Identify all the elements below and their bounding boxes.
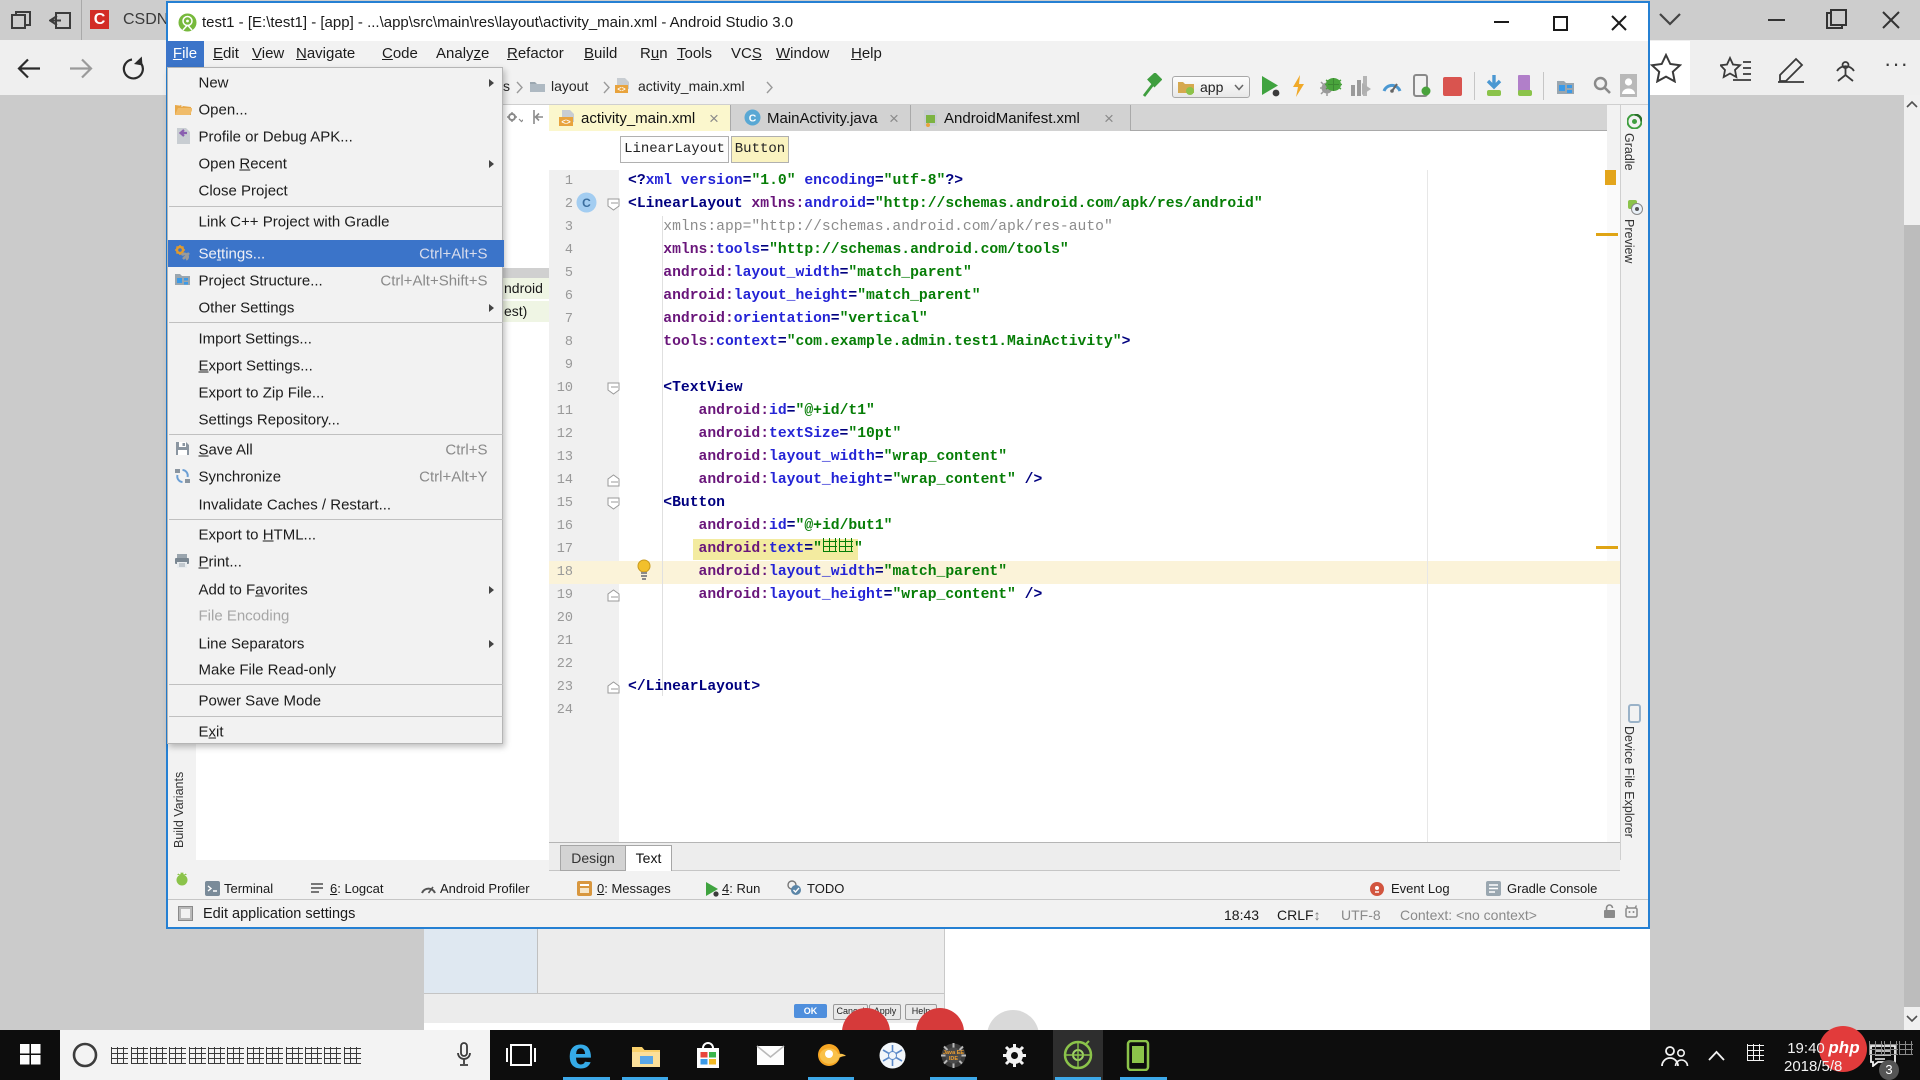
svg-text:C: C xyxy=(582,196,591,210)
svg-text:IDE: IDE xyxy=(949,1056,959,1062)
svg-text:C: C xyxy=(749,113,757,125)
svg-text:<>: <> xyxy=(561,118,571,127)
svg-text:<>: <> xyxy=(617,87,625,94)
